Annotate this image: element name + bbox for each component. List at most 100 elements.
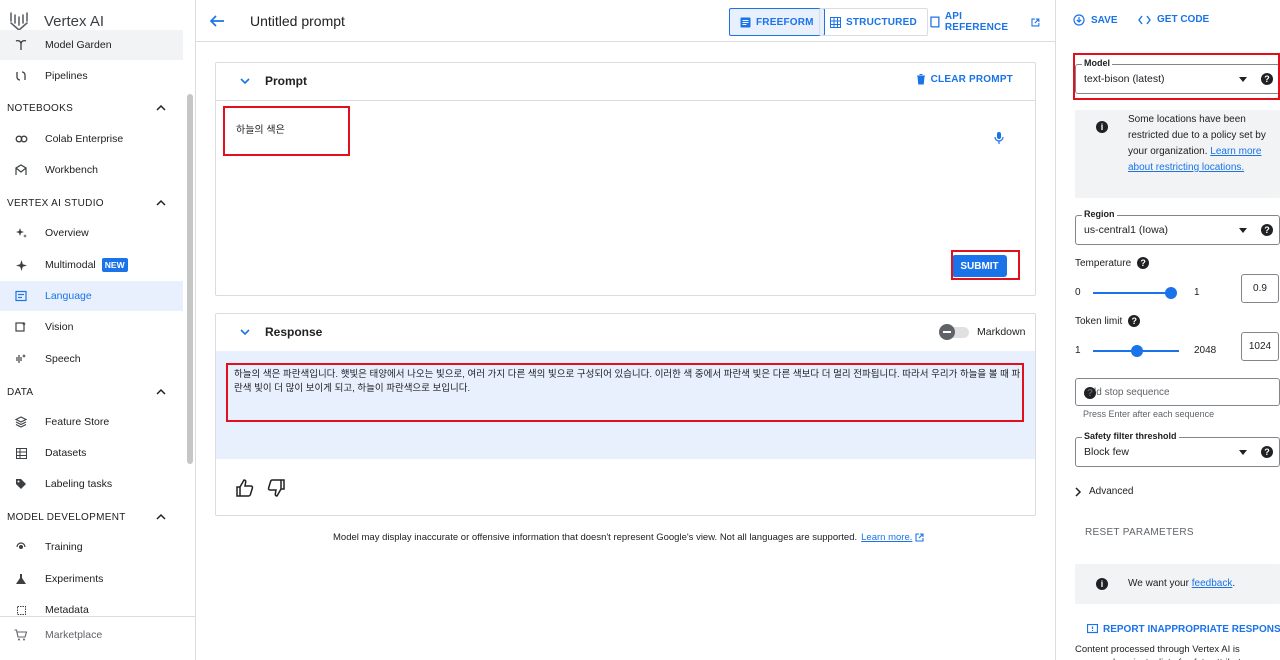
slider-knob[interactable] [1165,287,1177,299]
sidebar-item-vision[interactable]: Vision [0,312,183,342]
feature-store-icon [14,415,28,429]
sidebar-item-label: Labeling tasks [45,478,113,490]
metadata-icon [14,603,28,617]
info-icon: i [1096,578,1108,590]
feedback-link[interactable]: feedback [1192,578,1233,589]
sidebar-item-colab-enterprise[interactable]: Colab Enterprise [0,124,183,154]
chevron-down-icon[interactable] [239,326,251,338]
processing-notice: Content processed through Vertex AI is a… [1075,644,1251,660]
section-notebooks[interactable]: NOTEBOOKS [7,98,183,118]
sidebar: Vertex AI Model Garden Pipelines NOTEBOO… [0,0,196,660]
token-limit-slider[interactable] [1093,345,1179,357]
save-button[interactable]: SAVE [1073,14,1118,26]
token-limit-label: Token limit ? [1075,315,1141,327]
help-icon[interactable]: ? [1128,315,1141,327]
report-inappropriate-button[interactable]: REPORT INAPPROPRIATE RESPONSES [1087,624,1280,635]
sidebar-item-datasets[interactable]: Datasets [0,438,183,468]
feedback-text: We want your feedback. [1128,576,1278,592]
tab-label: FREEFORM [756,16,814,28]
sidebar-item-label: Language [45,290,92,302]
markdown-label: Markdown [977,326,1026,338]
sidebar-footer-label: Marketplace [45,628,103,641]
report-icon [1087,624,1098,634]
location-notice: i Some locations have been restricted du… [1075,110,1280,198]
chevron-up-icon [156,104,166,111]
sidebar-item-label: Feature Store [45,416,110,428]
top-bar: Untitled prompt FREEFORM STRUCTURED API … [196,0,1055,42]
section-label: VERTEX AI STUDIO [7,197,104,209]
response-header: Response [216,314,1035,350]
sidebar-item-speech[interactable]: Speech [0,344,183,374]
section-model-development[interactable]: MODEL DEVELOPMENT [7,507,183,527]
code-icon [1138,15,1151,24]
toggle-track [939,324,969,340]
sidebar-item-label: Metadata [45,604,89,616]
response-body: 하늘의 색은 파란색입니다. 햇빛은 태양에서 나오는 빛으로, 여러 가지 다… [216,351,1035,459]
tab-structured[interactable]: STRUCTURED [819,8,928,36]
section-label: NOTEBOOKS [7,102,74,114]
chevron-right-icon [1075,486,1082,497]
advanced-label: Advanced [1089,486,1134,497]
clear-prompt-button[interactable]: CLEAR PROMPT [916,73,1013,85]
training-icon [14,540,28,554]
token-limit-input[interactable]: 1024 [1241,332,1279,361]
help-icon[interactable]: ? [1137,257,1150,269]
sidebar-item-marketplace[interactable]: Marketplace [0,616,195,652]
dropdown-arrow-icon [1239,450,1247,455]
chevron-down-icon[interactable] [239,75,251,87]
temperature-input[interactable]: 0.9 [1241,274,1279,303]
thumbs-up-icon[interactable] [235,478,255,498]
sidebar-item-labeling-tasks[interactable]: Labeling tasks [0,469,183,499]
advanced-toggle[interactable]: Advanced [1075,486,1133,497]
sidebar-item-language[interactable]: Language [0,281,183,311]
slider-knob[interactable] [1131,345,1143,357]
learn-more-link[interactable]: Learn more. [861,532,912,543]
stop-sequence-hint: Press Enter after each sequence [1083,409,1215,419]
language-icon [14,289,28,303]
sidebar-item-feature-store[interactable]: Feature Store [0,407,183,437]
api-reference-label: API REFERENCE [944,11,1009,33]
sidebar-item-multimodal[interactable]: Multimodal NEW [0,250,183,280]
sidebar-item-model-garden[interactable]: Model Garden [0,30,183,60]
sidebar-scrollbar[interactable] [187,94,193,464]
trash-icon [916,74,925,85]
new-badge: NEW [101,258,128,272]
datasets-icon [14,446,28,460]
clear-prompt-label: CLEAR PROMPT [930,73,1013,85]
sidebar-item-workbench[interactable]: Workbench [0,155,183,185]
reset-parameters-button[interactable]: RESET PARAMETERS [1085,527,1194,538]
region-select[interactable]: Region us-central1 (Iowa) ? [1075,209,1280,245]
book-icon [930,16,940,28]
help-icon[interactable]: ? [1261,224,1273,236]
sidebar-item-experiments[interactable]: Experiments [0,564,183,594]
temperature-slider[interactable] [1093,287,1177,299]
feedback-notice: i We want your feedback. [1075,564,1280,604]
help-icon[interactable]: ? [1261,446,1273,458]
microphone-icon[interactable] [993,131,1005,145]
back-arrow-icon[interactable] [208,12,226,30]
section-vertex-ai-studio[interactable]: VERTEX AI STUDIO [7,193,183,213]
stop-sequence-input[interactable]: Add stop sequence ? [1075,378,1280,406]
token-limit-max: 2048 [1194,345,1217,356]
token-limit-label-text: Token limit [1075,315,1123,327]
section-data[interactable]: DATA [7,382,183,402]
sidebar-item-label: Training [45,541,83,553]
tab-freeform[interactable]: FREEFORM [729,8,825,36]
sidebar-item-pipelines[interactable]: Pipelines [0,61,183,91]
get-code-button[interactable]: GET CODE [1138,14,1209,25]
sidebar-item-overview[interactable]: Overview [0,218,183,248]
prompt-input[interactable]: 하늘의 색은 SUBMIT [216,100,1035,296]
help-icon[interactable]: ? [1084,387,1096,399]
info-icon: i [1096,121,1108,133]
sidebar-item-label: Colab Enterprise [45,133,124,145]
dropdown-arrow-icon [1239,228,1247,233]
colab-icon [14,132,28,146]
region-label: Region [1082,209,1117,219]
thumbs-down-icon[interactable] [266,478,286,498]
sidebar-item-training[interactable]: Training [0,532,183,562]
api-reference-link[interactable]: API REFERENCE [920,8,1055,36]
model-garden-icon [14,38,28,52]
temperature-label: Temperature ? [1075,257,1150,269]
markdown-toggle[interactable]: Markdown [939,324,1026,340]
safety-filter-select[interactable]: Safety filter threshold Block few ? [1075,431,1280,467]
